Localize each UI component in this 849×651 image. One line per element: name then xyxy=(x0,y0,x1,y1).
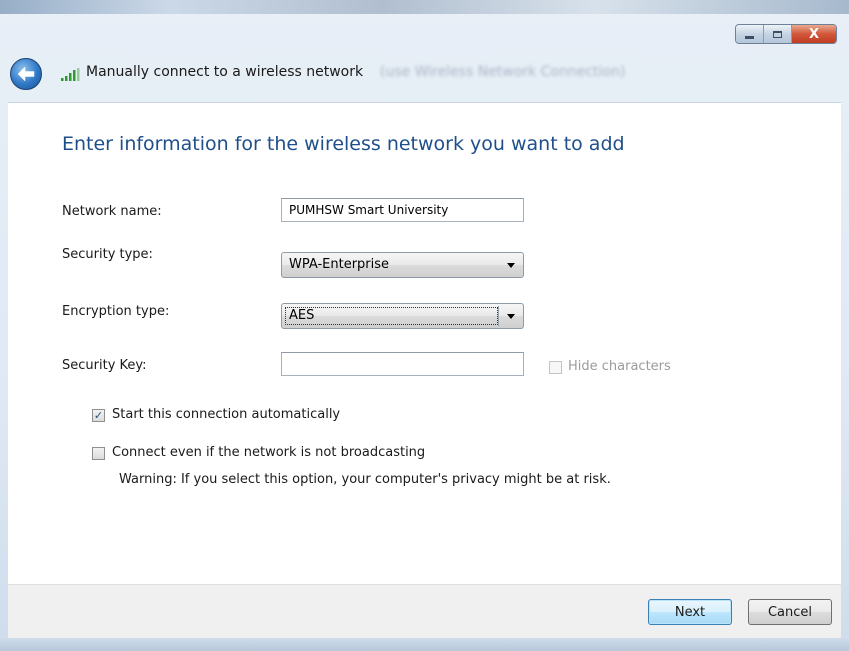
close-icon: X xyxy=(808,26,820,42)
dialog-window: X Manually connect to a wireless network… xyxy=(0,0,849,651)
back-arrow-icon xyxy=(17,66,35,82)
dialog-header: Manually connect to a wireless network (… xyxy=(0,50,849,102)
maximize-icon xyxy=(773,30,782,38)
page-heading: Enter information for the wireless netwo… xyxy=(62,133,625,155)
chevron-down-icon xyxy=(507,314,515,319)
encryption-type-select[interactable]: AES xyxy=(281,303,524,329)
encryption-type-value: AES xyxy=(289,308,315,323)
security-key-input[interactable] xyxy=(281,352,524,376)
back-button[interactable] xyxy=(10,58,42,90)
security-type-value: WPA-Enterprise xyxy=(289,257,390,272)
maximize-button[interactable] xyxy=(764,25,792,43)
security-key-label: Security Key: xyxy=(62,358,147,373)
privacy-warning: Warning: If you select this option, your… xyxy=(119,472,611,487)
cancel-button[interactable]: Cancel xyxy=(748,599,832,625)
window-frame-top xyxy=(0,0,849,14)
connect-not-broadcasting-checkbox[interactable] xyxy=(92,447,105,460)
network-name-input[interactable]: PUMHSW Smart University xyxy=(281,198,524,222)
hide-characters-label: Hide characters xyxy=(568,359,671,374)
minimize-icon xyxy=(745,35,754,39)
close-button[interactable]: X xyxy=(792,25,836,43)
window-title-ghost: (use Wireless Network Connection) xyxy=(380,64,626,80)
start-automatically-label: Start this connection automatically xyxy=(112,407,341,422)
window-frame-bottom xyxy=(0,638,849,651)
hide-characters-checkbox[interactable] xyxy=(549,361,562,374)
security-type-select[interactable]: WPA-Enterprise xyxy=(281,252,524,278)
checkmark-icon: ✓ xyxy=(93,409,104,422)
minimize-button[interactable] xyxy=(736,25,764,43)
security-type-label: Security type: xyxy=(62,247,153,262)
next-button[interactable]: Next xyxy=(648,599,732,625)
focus-indicator xyxy=(285,307,498,325)
encryption-type-label: Encryption type: xyxy=(62,304,170,319)
window-title: Manually connect to a wireless network xyxy=(86,64,364,80)
wireless-signal-icon xyxy=(61,68,80,81)
window-controls: X xyxy=(735,24,837,44)
dialog-footer: Next Cancel xyxy=(8,584,841,639)
content-panel: Enter information for the wireless netwo… xyxy=(8,102,841,585)
chevron-down-icon xyxy=(507,263,515,268)
connect-not-broadcasting-label: Connect even if the network is not broad… xyxy=(112,445,426,460)
network-name-label: Network name: xyxy=(62,204,162,219)
start-automatically-checkbox[interactable]: ✓ xyxy=(92,409,105,422)
select-divider xyxy=(498,306,499,326)
